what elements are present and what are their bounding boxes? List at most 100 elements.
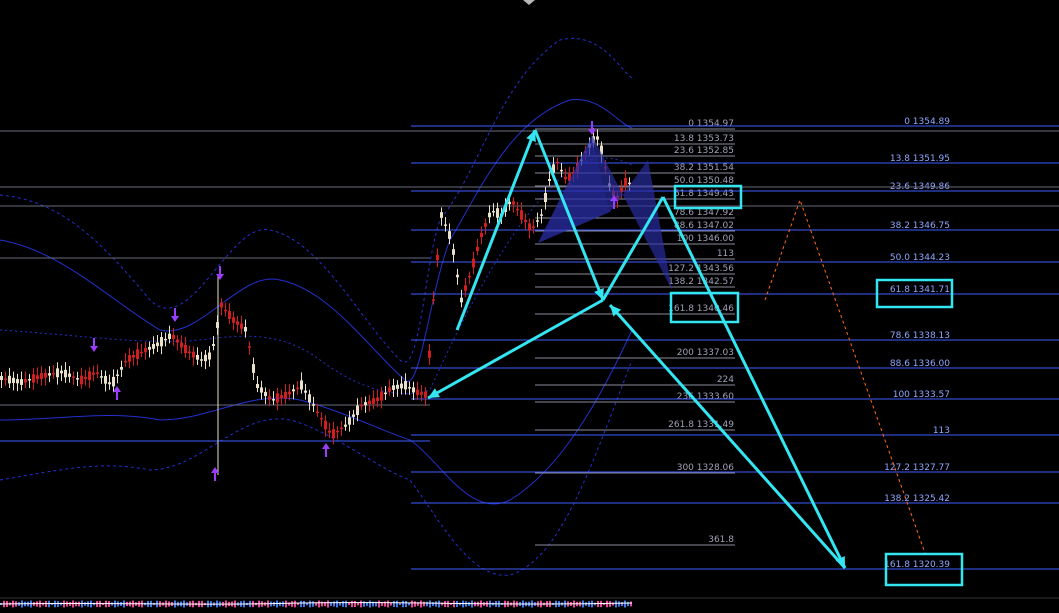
candle-body — [4, 378, 7, 380]
candle-body — [544, 192, 547, 203]
candle-body — [336, 430, 339, 433]
fib-label-left: 13.8 1353.73 — [674, 134, 734, 144]
candle-body — [200, 359, 203, 361]
fib-label-left: 23.6 1352.85 — [674, 146, 734, 156]
fib-label-left: 224 — [717, 375, 734, 385]
fib-label-left: 0 1354.97 — [688, 119, 734, 129]
fib-label-right: 13.8 1351.95 — [890, 154, 950, 164]
candle-body — [212, 344, 215, 346]
candle-body — [520, 210, 523, 220]
candle-body — [488, 212, 491, 218]
candle-body — [472, 258, 475, 268]
candle-body — [152, 343, 155, 349]
indicator-bar — [285, 600, 287, 608]
candle-body — [536, 220, 539, 222]
candle-body — [424, 391, 427, 398]
candle-body — [388, 387, 391, 392]
candle-body — [228, 311, 231, 319]
candle-body — [432, 299, 435, 301]
fib-label-left: 38.2 1351.54 — [674, 163, 734, 173]
candle-body — [232, 317, 235, 323]
candle-body — [316, 411, 319, 414]
candle-body — [412, 387, 415, 393]
candle-body — [52, 372, 55, 375]
indicator-bar — [453, 600, 455, 608]
indicator-bar — [609, 601, 611, 607]
candle-body — [344, 424, 347, 427]
candle-body — [292, 389, 295, 392]
candle-body — [8, 375, 11, 384]
candle-body — [448, 231, 451, 239]
candle-body — [476, 246, 479, 252]
candle-body — [220, 302, 223, 308]
fib-label-left: 361.8 — [708, 535, 734, 545]
candle-body — [132, 355, 135, 358]
candle-body — [76, 378, 79, 380]
candle-body — [28, 378, 31, 381]
indicator-bar — [327, 600, 329, 608]
candle-body — [396, 384, 399, 389]
candle-body — [468, 275, 471, 278]
indicator-bar — [630, 601, 632, 607]
indicator-bar — [309, 600, 311, 608]
candle-body — [376, 397, 379, 401]
candle-body — [408, 387, 411, 389]
indicator-bar — [444, 601, 446, 607]
candle-body — [556, 161, 559, 164]
candle-body — [168, 333, 171, 340]
candle-body — [160, 337, 163, 347]
candle-body — [380, 391, 383, 401]
indicator-bar — [360, 600, 362, 608]
candle-body — [108, 382, 111, 385]
indicator-bar — [378, 600, 380, 608]
fib-label-left: 113 — [717, 249, 734, 259]
indicator-bar — [621, 601, 623, 607]
candle-body — [176, 339, 179, 343]
candle-body — [320, 417, 323, 420]
indicator-bar — [411, 600, 413, 608]
candle-body — [48, 373, 51, 376]
indicator-bar — [462, 600, 464, 608]
candle-body — [64, 369, 67, 378]
candle-body — [496, 208, 499, 218]
candle-body — [308, 394, 311, 403]
candle-body — [104, 375, 107, 384]
candle-body — [360, 404, 363, 407]
fib-label-right: 50.0 1344.23 — [890, 253, 950, 263]
fib-label-right: 0 1354.89 — [904, 117, 950, 127]
candle-body — [264, 391, 267, 397]
indicator-bar — [435, 601, 437, 607]
candle-body — [96, 372, 99, 374]
indicator-bar — [351, 600, 353, 608]
indicator-bar — [279, 601, 281, 607]
indicator-bar — [75, 601, 77, 607]
fib-label-right: 100 1333.57 — [893, 390, 950, 400]
candle-body — [420, 392, 423, 395]
candle-body — [144, 348, 147, 353]
indicator-bar — [420, 600, 422, 608]
indicator-bar — [402, 600, 404, 608]
fib-label-left: 161.8 1340.46 — [668, 304, 734, 314]
candle-body — [116, 374, 119, 377]
indicator-bar — [384, 601, 386, 607]
fib-label-right: 38.2 1346.75 — [890, 221, 950, 231]
indicator-bar — [69, 602, 71, 606]
candle-body — [172, 335, 175, 339]
candle-body — [252, 364, 255, 373]
fib-label-left: 261.8 1331.49 — [668, 420, 734, 430]
price-chart[interactable]: 0 1354.97 13.8 1353.73 23.6 1352.85 38.2 13… — [0, 0, 1059, 613]
candle-body — [332, 429, 335, 439]
indicator-bar — [318, 600, 320, 608]
indicator-bar — [345, 600, 347, 608]
candle-body — [288, 391, 291, 395]
candle-body — [528, 223, 531, 231]
indicator-bar — [396, 600, 398, 608]
candle-body — [148, 346, 151, 350]
indicator-bar — [426, 601, 428, 607]
candle-body — [296, 387, 299, 390]
indicator-bar — [57, 601, 59, 607]
candle-body — [124, 360, 127, 363]
candle-body — [164, 338, 167, 341]
indicator-bar — [456, 601, 458, 607]
candle-body — [440, 212, 443, 218]
